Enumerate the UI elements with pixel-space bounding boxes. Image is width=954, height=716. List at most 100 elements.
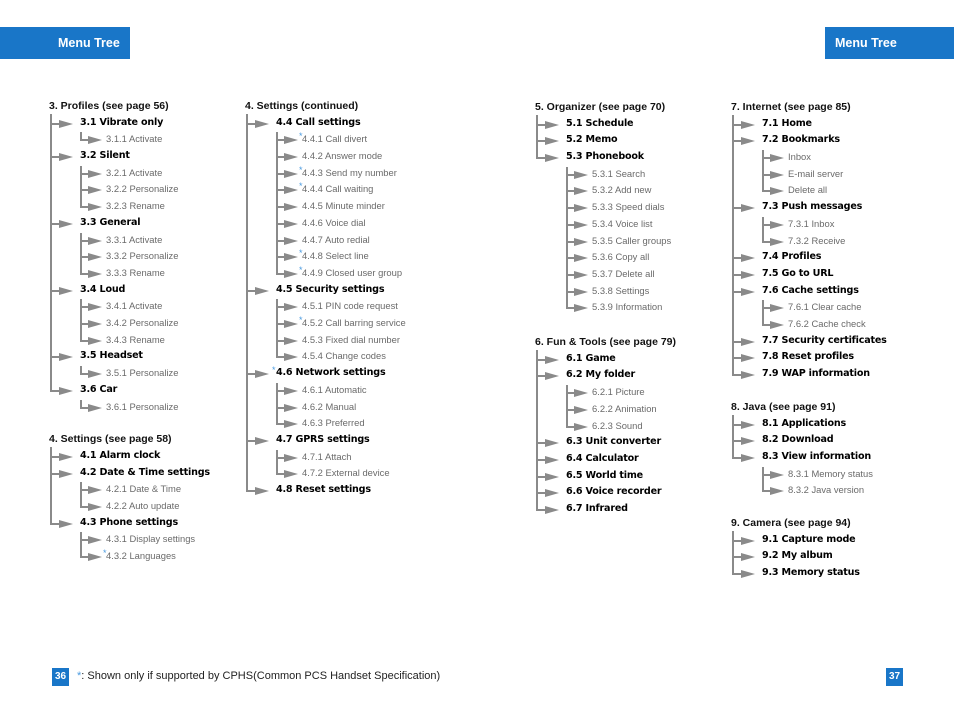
menu-item[interactable]: 3.4 Loud bbox=[49, 282, 125, 299]
submenu-item[interactable]: 4.4.5 Minute minder bbox=[245, 198, 385, 215]
section-title: 4. Settings (see page 58) bbox=[49, 433, 172, 446]
menu-item[interactable]: 7.2 Bookmarks bbox=[731, 132, 840, 149]
submenu-item[interactable]: 4.2.1 Date & Time bbox=[49, 481, 181, 498]
submenu-item[interactable]: 6.2.2 Animation bbox=[535, 401, 657, 418]
menu-item[interactable]: 7.8 Reset profiles bbox=[731, 349, 854, 366]
menu-item-label: 5.1 Schedule bbox=[566, 117, 634, 129]
submenu-item[interactable]: 5.3.8 Settings bbox=[535, 283, 649, 300]
menu-item[interactable]: 4.7 GPRS settings bbox=[245, 432, 370, 449]
submenu-item[interactable]: 4.6.1 Automatic bbox=[245, 382, 367, 399]
menu-item[interactable]: 4.5 Security settings bbox=[245, 282, 385, 299]
menu-item[interactable]: 3.6 Car bbox=[49, 382, 117, 399]
menu-item[interactable]: 6.5 World time bbox=[535, 468, 643, 485]
section-tree: 6.1 Game 6.2 My folder 6.2.1 Picture 6.2.2 … bbox=[535, 349, 676, 518]
submenu-item[interactable]: 4.4.8 Select line bbox=[245, 248, 369, 265]
menu-item[interactable]: 6.6 Voice recorder bbox=[535, 484, 662, 501]
submenu-item[interactable]: 4.2.2 Auto update bbox=[49, 498, 180, 515]
submenu-item[interactable]: 5.3.4 Voice list bbox=[535, 216, 652, 233]
submenu-item[interactable]: Inbox bbox=[731, 149, 811, 166]
submenu-item[interactable]: 4.7.2 External device bbox=[245, 465, 390, 482]
menu-item[interactable]: 4.2 Date & Time settings bbox=[49, 465, 210, 482]
submenu-item[interactable]: Delete all bbox=[731, 182, 827, 199]
submenu-item[interactable]: 4.5.4 Change codes bbox=[245, 348, 386, 365]
submenu-item[interactable]: 4.6.2 Manual bbox=[245, 399, 356, 416]
submenu-item[interactable]: 4.5.1 PIN code request bbox=[245, 298, 398, 315]
submenu-item[interactable]: 3.2.3 Rename bbox=[49, 198, 165, 215]
submenu-item[interactable]: 3.6.1 Personalize bbox=[49, 399, 178, 416]
submenu-item[interactable]: 3.5.1 Personalize bbox=[49, 365, 178, 382]
menu-item[interactable]: 6.3 Unit converter bbox=[535, 434, 661, 451]
submenu-item[interactable]: 4.4.3 Send my number bbox=[245, 165, 397, 182]
submenu-item[interactable]: 4.5.3 Fixed dial number bbox=[245, 332, 400, 349]
menu-item[interactable]: 4.8 Reset settings bbox=[245, 482, 371, 499]
menu-item[interactable]: 5.3 Phonebook bbox=[535, 149, 644, 166]
submenu-item[interactable]: 4.4.9 Closed user group bbox=[245, 265, 402, 282]
menu-item[interactable]: 7.4 Profiles bbox=[731, 249, 821, 266]
submenu-item[interactable]: 8.3.1 Memory status bbox=[731, 466, 873, 483]
left-header-title: Menu Tree bbox=[58, 36, 120, 50]
submenu-item[interactable]: 4.3.1 Display settings bbox=[49, 531, 195, 548]
menu-item[interactable]: 7.5 Go to URL bbox=[731, 266, 834, 283]
menu-item[interactable]: 9.1 Capture mode bbox=[731, 532, 856, 549]
submenu-item[interactable]: 5.3.5 Caller groups bbox=[535, 233, 671, 250]
menu-item[interactable]: 6.4 Calculator bbox=[535, 451, 639, 468]
menu-item[interactable]: 7.9 WAP information bbox=[731, 366, 870, 383]
menu-item[interactable]: 6.7 Infrared bbox=[535, 501, 628, 518]
submenu-item[interactable]: 5.3.3 Speed dials bbox=[535, 199, 664, 216]
menu-item[interactable]: 4.1 Alarm clock bbox=[49, 448, 160, 465]
submenu-item[interactable]: 4.6.3 Preferred bbox=[245, 415, 365, 432]
submenu-item[interactable]: 3.3.3 Rename bbox=[49, 265, 165, 282]
submenu-item[interactable]: 5.3.2 Add new bbox=[535, 182, 651, 199]
submenu-item[interactable]: 7.6.1 Clear cache bbox=[731, 299, 861, 316]
submenu-item[interactable]: 6.2.1 Picture bbox=[535, 384, 645, 401]
submenu-item[interactable]: 4.4.2 Answer mode bbox=[245, 148, 382, 165]
menu-item[interactable]: 3.2 Silent bbox=[49, 148, 130, 165]
menu-item[interactable]: 7.6 Cache settings bbox=[731, 283, 859, 300]
submenu-item-label: 4.3.2 Languages bbox=[106, 550, 176, 562]
submenu-item-label: 7.3.1 Inbox bbox=[788, 217, 835, 229]
submenu-item[interactable]: 7.3.1 Inbox bbox=[731, 216, 834, 233]
submenu-item[interactable]: 3.4.2 Personalize bbox=[49, 315, 178, 332]
submenu-item[interactable]: 3.4.1 Activate bbox=[49, 298, 162, 315]
submenu-item[interactable]: 4.5.2 Call barring service bbox=[245, 315, 406, 332]
menu-item[interactable]: 8.3 View information bbox=[731, 449, 871, 466]
menu-item[interactable]: 4.6 Network settings bbox=[245, 365, 386, 382]
submenu-item[interactable]: 4.7.1 Attach bbox=[245, 449, 352, 466]
submenu-item[interactable]: 4.3.2 Languages bbox=[49, 548, 176, 565]
menu-item[interactable]: 7.3 Push messages bbox=[731, 199, 862, 216]
submenu-item[interactable]: 4.4.7 Auto redial bbox=[245, 232, 370, 249]
menu-item[interactable]: 8.2 Download bbox=[731, 432, 834, 449]
menu-item[interactable]: 9.2 My album bbox=[731, 548, 833, 565]
submenu-item[interactable]: 4.4.4 Call waiting bbox=[245, 181, 373, 198]
menu-item[interactable]: 7.7 Security certificates bbox=[731, 333, 887, 350]
menu-item[interactable]: 3.5 Headset bbox=[49, 348, 143, 365]
submenu-item[interactable]: 3.1.1 Activate bbox=[49, 131, 162, 148]
submenu-item[interactable]: 3.2.1 Activate bbox=[49, 165, 162, 182]
menu-item[interactable]: 5.1 Schedule bbox=[535, 116, 634, 133]
submenu-item[interactable]: 4.4.6 Voice dial bbox=[245, 215, 366, 232]
menu-item[interactable]: 6.1 Game bbox=[535, 351, 616, 368]
menu-item[interactable]: 8.1 Applications bbox=[731, 416, 846, 433]
submenu-item[interactable]: 3.2.2 Personalize bbox=[49, 181, 178, 198]
submenu-item[interactable]: 6.2.3 Sound bbox=[535, 418, 643, 435]
menu-item[interactable]: 4.3 Phone settings bbox=[49, 515, 178, 532]
menu-item[interactable]: 3.1 Vibrate only bbox=[49, 115, 163, 132]
submenu-item[interactable]: 8.3.2 Java version bbox=[731, 482, 864, 499]
submenu-item[interactable]: 7.3.2 Receive bbox=[731, 233, 845, 250]
submenu-item[interactable]: 3.3.2 Personalize bbox=[49, 248, 178, 265]
menu-item[interactable]: 9.3 Memory status bbox=[731, 565, 860, 582]
submenu-item[interactable]: 3.4.3 Rename bbox=[49, 332, 165, 349]
submenu-item[interactable]: 5.3.1 Search bbox=[535, 166, 645, 183]
menu-item[interactable]: 6.2 My folder bbox=[535, 367, 635, 384]
submenu-item[interactable]: E-mail server bbox=[731, 166, 843, 183]
submenu-item[interactable]: 5.3.6 Copy all bbox=[535, 249, 649, 266]
submenu-item[interactable]: 7.6.2 Cache check bbox=[731, 316, 866, 333]
submenu-item[interactable]: 5.3.9 Information bbox=[535, 299, 662, 316]
menu-item[interactable]: 7.1 Home bbox=[731, 116, 812, 133]
submenu-item[interactable]: 5.3.7 Delete all bbox=[535, 266, 655, 283]
submenu-item[interactable]: 3.3.1 Activate bbox=[49, 232, 162, 249]
menu-item[interactable]: 3.3 General bbox=[49, 215, 141, 232]
menu-item[interactable]: 5.2 Memo bbox=[535, 132, 618, 149]
submenu-item[interactable]: 4.4.1 Call divert bbox=[245, 131, 367, 148]
menu-item[interactable]: 4.4 Call settings bbox=[245, 115, 361, 132]
